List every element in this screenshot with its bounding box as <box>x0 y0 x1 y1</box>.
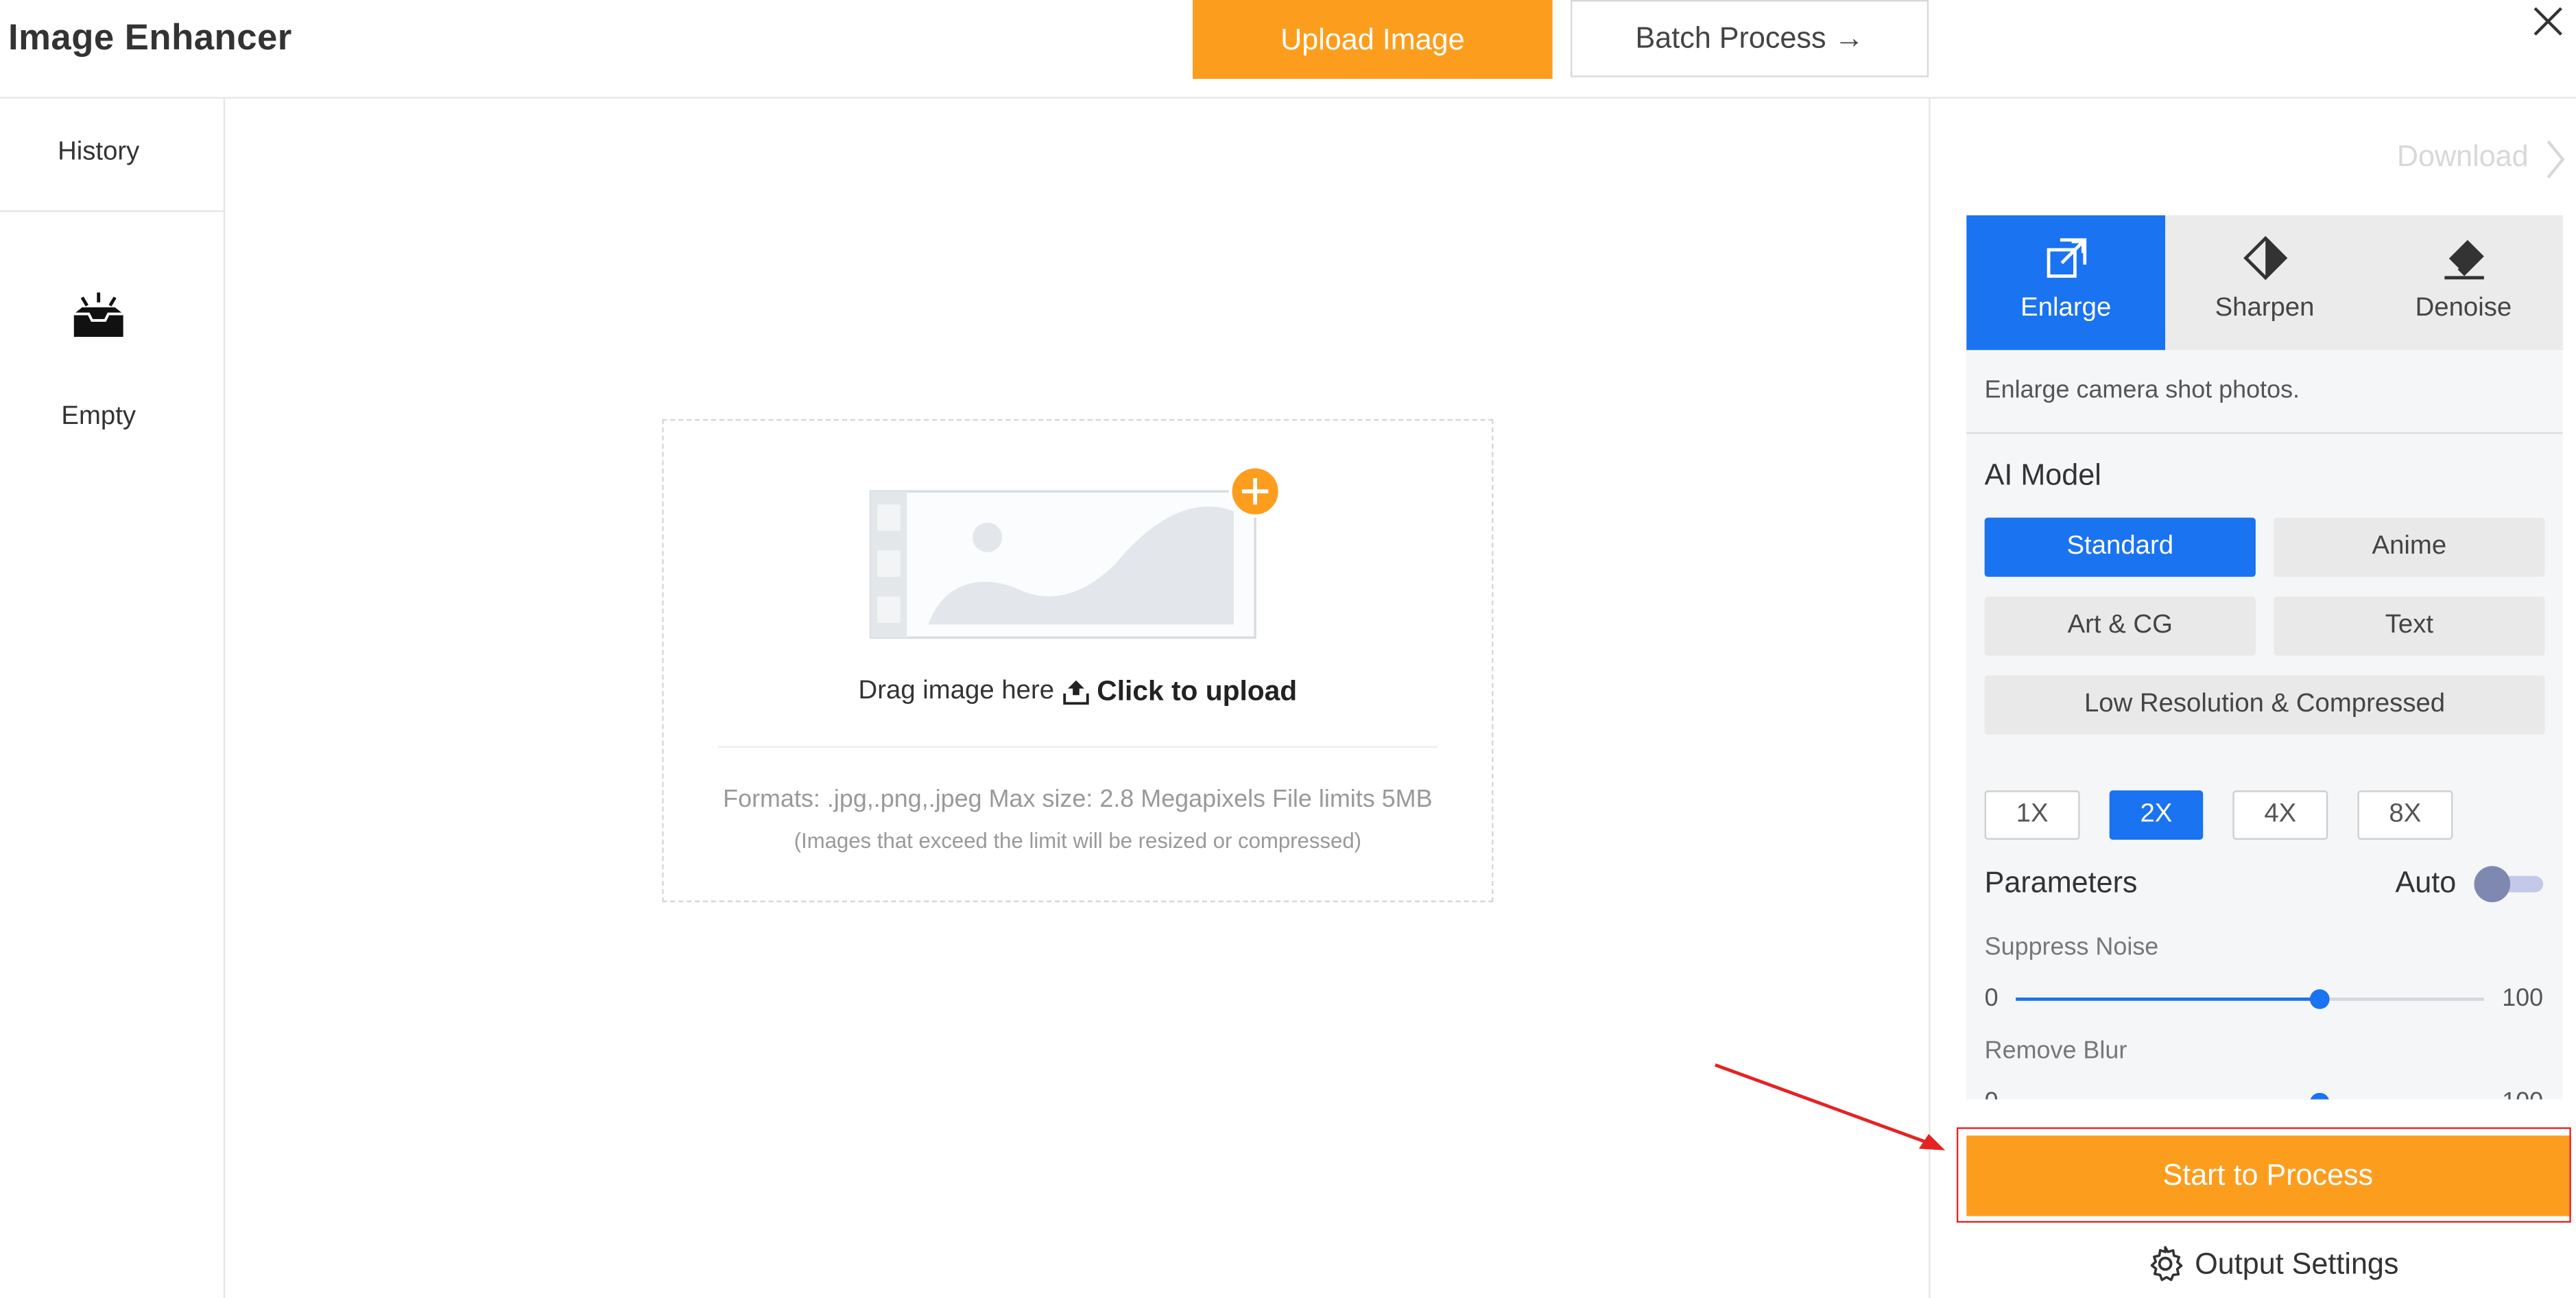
empty-inbox-icon <box>73 292 123 338</box>
eraser-icon <box>2444 239 2483 280</box>
remove-blur-label: Remove Blur <box>1984 1037 2127 1065</box>
remove-blur-handle[interactable] <box>2310 1092 2330 1100</box>
model-standard-button[interactable]: Standard <box>1984 517 2256 577</box>
history-sidebar <box>0 98 226 1298</box>
download-button[interactable]: Download <box>2397 140 2529 174</box>
format-note: (Images that exceed the limit will be re… <box>794 828 1362 853</box>
remove-blur-max: 100 <box>2502 1088 2543 1100</box>
auto-toggle-knob[interactable] <box>2474 866 2511 903</box>
enlarge-icon <box>2046 238 2086 278</box>
suppress-noise-slider[interactable] <box>2016 989 2484 1009</box>
tab-enlarge-label: Enlarge <box>2020 294 2112 322</box>
gear-icon <box>2150 1246 2183 1282</box>
upload-icon <box>1062 680 1088 705</box>
history-divider <box>0 210 226 213</box>
output-settings-label: Output Settings <box>2195 1246 2399 1279</box>
model-anime-button[interactable]: Anime <box>2274 517 2545 577</box>
tab-denoise-label: Denoise <box>2415 294 2512 322</box>
model-low-res-button[interactable]: Low Resolution & Compressed <box>1984 675 2545 735</box>
header-divider <box>0 97 2576 99</box>
ai-model-heading: AI Model <box>1984 458 2101 492</box>
suppress-noise-max: 100 <box>2502 984 2544 1013</box>
highlight-box <box>1956 1127 2571 1223</box>
tab-sharpen[interactable]: Sharpen <box>2165 215 2364 351</box>
suppress-noise-min: 0 <box>1984 984 1999 1013</box>
suppress-noise-fill <box>2016 998 2320 1001</box>
dropzone-divider <box>717 746 1438 748</box>
parameters-heading: Parameters <box>1984 866 2138 899</box>
drag-instruction: Drag image here Click to upload <box>657 676 1498 709</box>
scale-2x-button[interactable]: 2X <box>2109 790 2204 840</box>
model-art-cg-button[interactable]: Art & CG <box>1984 596 2256 656</box>
tab-denoise[interactable]: Denoise <box>2363 215 2563 351</box>
drag-text: Drag image here <box>858 676 1055 705</box>
scale-1x-button[interactable]: 1X <box>1984 790 2080 840</box>
sharpen-icon <box>2242 235 2287 281</box>
image-placeholder-icon <box>869 464 1282 639</box>
suppress-noise-label: Suppress Noise <box>1984 933 2159 962</box>
remove-blur-min: 0 <box>1985 1088 1999 1100</box>
close-icon[interactable] <box>2530 3 2566 40</box>
auto-label: Auto <box>2395 866 2457 899</box>
app-title: Image Enhancer <box>8 16 292 58</box>
batch-process-button[interactable]: Batch Process → <box>1571 0 1929 78</box>
format-info: Formats: .jpg,.png,.jpeg Max size: 2.8 M… <box>723 786 1433 814</box>
tab-sharpen-label: Sharpen <box>2215 294 2315 322</box>
click-to-upload-link[interactable]: Click to upload <box>1097 676 1297 709</box>
scale-4x-button[interactable]: 4X <box>2232 790 2328 840</box>
scale-8x-button[interactable]: 8X <box>2357 790 2453 840</box>
description-divider <box>1966 432 2563 434</box>
output-settings-button[interactable]: Output Settings <box>2145 1244 2398 1283</box>
mode-description: Enlarge camera shot photos. <box>1984 376 2300 405</box>
chevron-right-icon[interactable] <box>2543 138 2566 180</box>
empty-history-label: Empty <box>61 402 136 431</box>
annotation-arrow <box>1714 1063 1946 1150</box>
tab-enlarge[interactable]: Enlarge <box>1966 215 2166 351</box>
remove-blur-row: 0 100 <box>1966 1085 2563 1100</box>
upload-image-button[interactable]: Upload Image <box>1193 0 1553 79</box>
history-tab[interactable]: History <box>0 138 197 167</box>
model-text-button[interactable]: Text <box>2274 596 2545 656</box>
